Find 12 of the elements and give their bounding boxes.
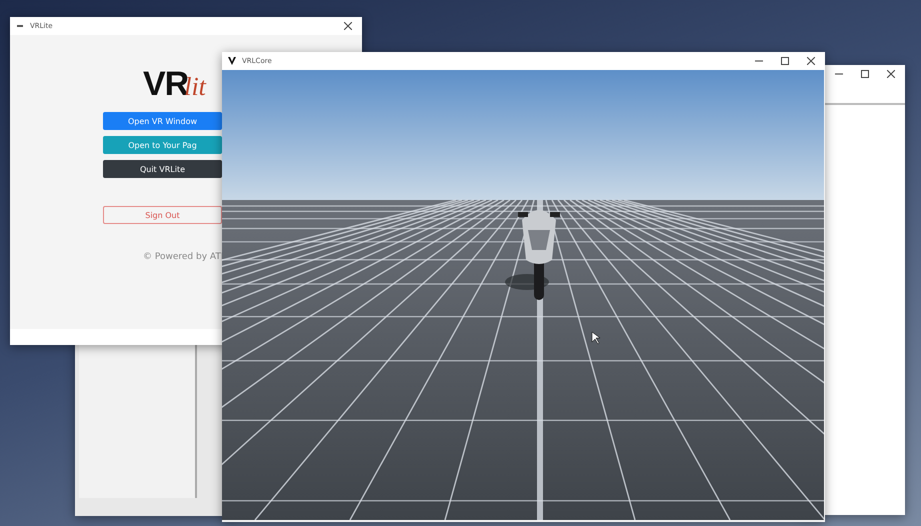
maximize-icon[interactable] <box>781 57 789 65</box>
close-icon[interactable] <box>807 57 815 65</box>
logo: VRlit <box>143 65 206 104</box>
action-button[interactable]: Open to Your Pag <box>103 136 222 154</box>
app-icon <box>16 22 24 30</box>
close-icon[interactable] <box>887 70 895 78</box>
app-logo-icon <box>228 57 236 65</box>
action-button[interactable]: Quit VRLite <box>103 160 222 178</box>
close-icon[interactable] <box>344 22 352 30</box>
action-button[interactable]: Open VR Window <box>103 112 222 130</box>
sign-out-button[interactable]: Sign Out <box>103 206 222 224</box>
maximize-icon[interactable] <box>861 70 869 78</box>
